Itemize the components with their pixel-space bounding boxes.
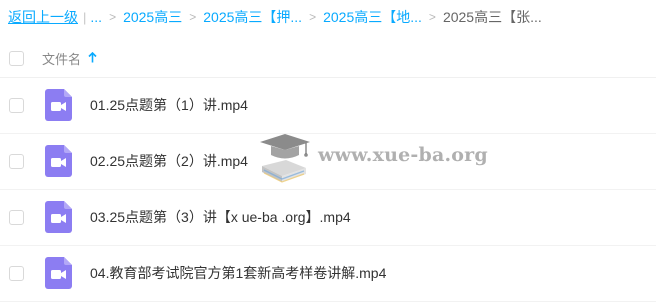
- select-all-checkbox[interactable]: [9, 50, 24, 66]
- chevron-right-icon: >: [428, 10, 436, 24]
- video-file-icon: [45, 257, 72, 289]
- breadcrumb-item-2[interactable]: 2025高三【押...: [203, 7, 302, 27]
- row-checkbox[interactable]: [9, 210, 24, 225]
- file-name[interactable]: 01.25点题第（1）讲.mp4: [90, 78, 248, 133]
- file-row[interactable]: 01.25点题第（1）讲.mp4: [0, 78, 656, 134]
- video-file-icon: [45, 145, 72, 177]
- breadcrumb-item-3[interactable]: 2025高三【地...: [323, 7, 422, 27]
- file-name[interactable]: 02.25点题第（2）讲.mp4: [90, 134, 248, 189]
- list-header: 文件名: [0, 39, 656, 78]
- file-browser: 返回上一级 | ... > 2025高三 > 2025高三【押... > 202…: [0, 0, 656, 302]
- file-name[interactable]: 04.教育部考试院官方第1套新高考样卷讲解.mp4: [90, 246, 386, 301]
- chevron-right-icon: >: [109, 10, 117, 24]
- row-checkbox[interactable]: [9, 266, 24, 281]
- row-checkbox[interactable]: [9, 154, 24, 169]
- column-header-filename[interactable]: 文件名: [42, 49, 97, 68]
- breadcrumb-current: 2025高三【张...: [442, 9, 542, 25]
- chevron-right-icon: >: [189, 10, 197, 24]
- file-row[interactable]: 03.25点题第（3）讲【x ue-ba .org】.mp4: [0, 190, 656, 246]
- file-row[interactable]: 02.25点题第（2）讲.mp4: [0, 134, 656, 190]
- chevron-right-icon: >: [309, 10, 317, 24]
- breadcrumb-divider: |: [83, 9, 87, 25]
- column-header-label: 文件名: [42, 51, 82, 67]
- breadcrumb-item-1[interactable]: 2025高三: [123, 7, 182, 27]
- video-file-icon: [45, 89, 72, 121]
- arrow-up-icon: [88, 51, 97, 66]
- video-file-icon: [45, 201, 72, 233]
- file-name[interactable]: 03.25点题第（3）讲【x ue-ba .org】.mp4: [90, 190, 351, 245]
- row-checkbox[interactable]: [9, 98, 24, 113]
- breadcrumb-ellipsis[interactable]: ...: [90, 9, 102, 25]
- breadcrumb: 返回上一级 | ... > 2025高三 > 2025高三【押... > 202…: [8, 6, 542, 28]
- file-row[interactable]: 04.教育部考试院官方第1套新高考样卷讲解.mp4: [0, 246, 656, 302]
- back-link[interactable]: 返回上一级: [8, 7, 78, 27]
